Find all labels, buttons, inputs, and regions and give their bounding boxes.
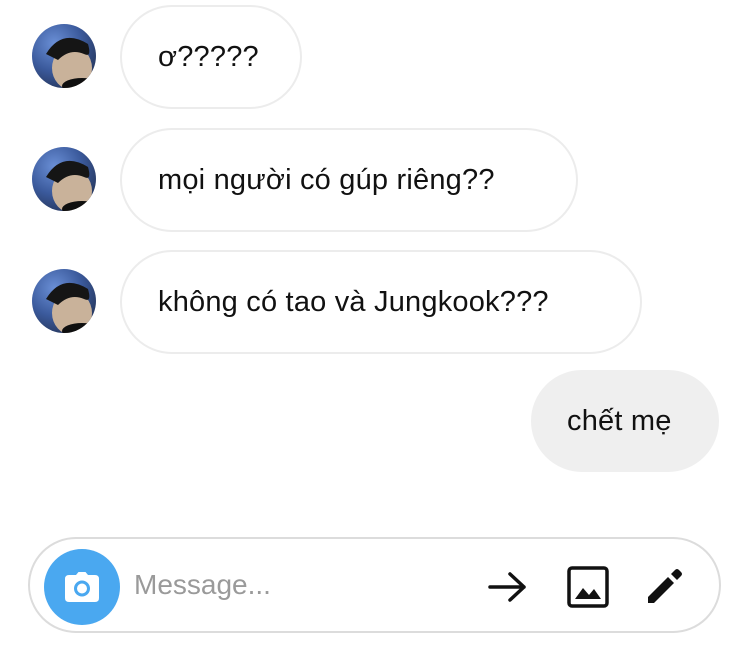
image-icon xyxy=(567,566,609,608)
message-text: ơ????? xyxy=(158,40,259,73)
message-bubble-incoming[interactable]: mọi người có gúp riêng?? xyxy=(120,128,578,232)
message-bubble-outgoing[interactable]: chết mẹ xyxy=(531,370,719,472)
avatar-image xyxy=(46,160,96,211)
sender-avatar[interactable] xyxy=(32,269,96,333)
arrow-right-icon xyxy=(488,572,526,602)
camera-button[interactable] xyxy=(44,549,120,625)
send-button[interactable] xyxy=(486,565,530,609)
message-bubble-incoming[interactable]: không có tao và Jungkook??? xyxy=(120,250,642,354)
message-text: chết mẹ xyxy=(567,404,672,437)
sender-avatar[interactable] xyxy=(32,24,96,88)
message-text: mọi người có gúp riêng?? xyxy=(158,163,495,196)
message-composer xyxy=(28,537,721,633)
message-bubble-incoming[interactable]: ơ????? xyxy=(120,5,302,109)
avatar-image xyxy=(46,37,96,88)
gallery-button[interactable] xyxy=(566,565,610,609)
camera-icon xyxy=(65,572,99,602)
message-input[interactable] xyxy=(134,561,464,609)
message-text: không có tao và Jungkook??? xyxy=(158,285,549,318)
draw-button[interactable] xyxy=(642,565,686,609)
sender-avatar[interactable] xyxy=(32,147,96,211)
avatar-image xyxy=(46,282,96,333)
pencil-icon xyxy=(648,569,682,603)
